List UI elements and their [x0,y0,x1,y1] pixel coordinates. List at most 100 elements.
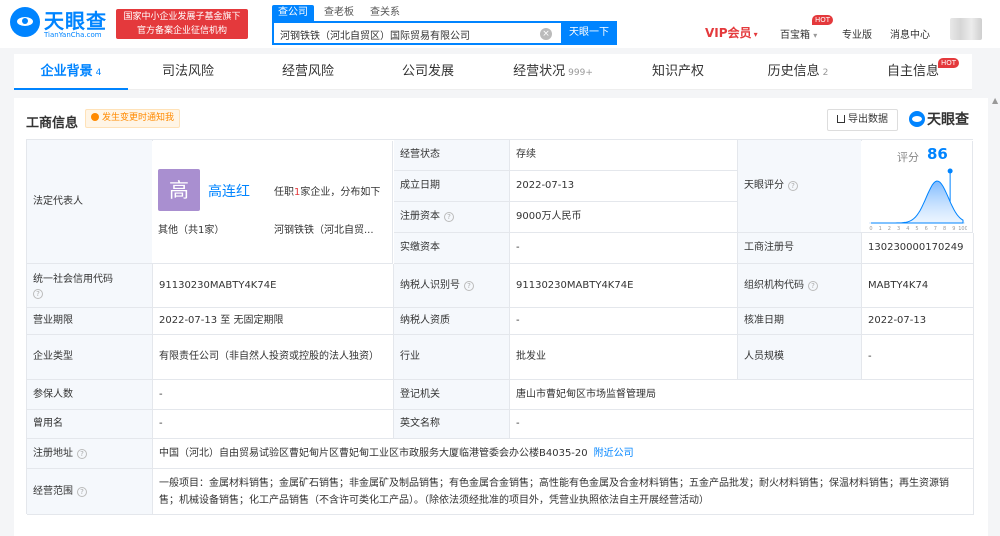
paid-capital-label: 实缴资本 [394,233,510,264]
logo-subtext: TianYanCha.com [44,31,102,39]
score-tick-label: 9 [952,226,955,231]
professional-link[interactable]: 专业版 [842,26,872,41]
scroll-up-icon[interactable]: ▲ [992,96,998,105]
tab-label: 经营风险 [281,64,334,79]
tab-label: 企业背景 [40,64,93,79]
status-label: 经营状态 [394,140,510,171]
credit-code-label: 统一社会信用代码? [27,264,153,308]
legal-rep-positions: 任职1家企业，分布如下 [274,187,381,198]
score-tick-label: 1 [879,226,882,231]
score-tick-label: 4 [906,226,909,231]
address-value: 中国（河北）自由贸易试验区曹妃甸片区曹妃甸工业区市政服务大厦临港管委会办公楼B4… [153,439,974,469]
tab-history[interactable]: 历史信息 2 [738,54,858,90]
tab-ip[interactable]: 知识产权 [618,54,738,90]
approve-date-label: 核准日期 [738,308,862,335]
site-logo[interactable]: 天眼查 TianYanCha.com [10,7,110,41]
taxpayer-qual-value: - [510,308,738,335]
message-center-link[interactable]: 消息中心 [890,26,930,41]
bell-icon [91,113,99,121]
search-type-tabs: 查公司 查老板 查关系 [272,5,410,21]
scope-label: 经营范围? [27,469,153,515]
tab-background[interactable]: 企业背景 4 [14,54,128,90]
tab-label: 经营状况 [513,64,566,79]
score-tick-label: 6 [925,226,928,231]
status-value: 存续 [510,140,738,171]
logo-text: 天眼查 [44,9,107,33]
hot-badge: HOT [812,15,834,25]
authority-value: 唐山市曹妃甸区市场监督管理局 [510,380,974,410]
score-tick-label: 100 [958,226,967,231]
scope-value: 一般项目：金属材料销售；金属矿石销售；非金属矿及制品销售；有色金属合金销售；高性… [153,469,974,515]
top-header: 天眼查 TianYanCha.com 国家中小企业发展子基金旗下 官方备案企业征… [0,0,1000,48]
authority-label: 登记机关 [394,380,510,410]
help-icon[interactable]: ? [33,288,43,299]
tab-count: 4 [95,68,102,78]
score-tick-label: 8 [943,226,946,231]
legal-rep-other: 其他（共1家） [158,225,225,236]
industry-label: 行业 [394,335,510,380]
tab-label: 自主信息 [886,64,939,79]
paid-capital-value: - [510,233,738,264]
company-type-label: 企业类型 [27,335,153,380]
legal-rep-card: 高 高连红 任职1家企业，分布如下 其他（共1家） 河钢铁铁（河北自贸... [152,141,393,264]
score-distribution-chart: 0 1 2 3 4 5 6 7 8 9 100 [869,168,967,231]
est-date-label: 成立日期 [394,171,510,202]
vip-member-link[interactable]: VIP会员 ▾ [705,24,758,41]
search-tab-boss[interactable]: 查老板 [318,5,360,21]
legal-rep-company[interactable]: 河钢铁铁（河北自贸... [274,221,374,236]
tab-count: 999+ [568,68,593,78]
staff-size-label: 人员规模 [738,335,862,380]
org-code-value: MABTY4K74 [862,264,974,308]
score-card[interactable]: 评分 86 0 1 2 3 4 5 6 7 8 9 100 [861,141,973,233]
export-data-button[interactable]: 导出数据 [827,109,898,131]
chevron-down-icon: ▾ [813,31,818,40]
slogan-line-2: 官方备案企业征信机构 [136,26,227,36]
staff-size-value: - [862,335,974,380]
section-title: 工商信息 [26,116,79,131]
search-button[interactable]: 天眼一下 [561,21,617,45]
export-icon [837,115,845,123]
search-tab-company[interactable]: 查公司 [272,5,314,21]
score-tick-label: 0 [869,226,872,231]
reg-no-value: 130230000170249 [862,233,974,264]
clear-icon[interactable]: × [540,28,552,40]
slogan-badge: 国家中小企业发展子基金旗下 官方备案企业征信机构 [116,9,248,39]
help-icon[interactable]: ? [444,212,454,222]
brand-text: 天眼查 [927,112,969,128]
export-label: 导出数据 [848,114,888,125]
search-input[interactable] [280,26,530,42]
help-icon[interactable]: ? [788,181,798,191]
notify-change-button[interactable]: 发生变更时通知我 [85,109,181,128]
help-icon[interactable]: ? [464,280,474,291]
address-label: 注册地址? [27,439,153,469]
tab-operation-status[interactable]: 经营状况 999+ [488,54,618,90]
hot-badge: HOT [938,58,960,68]
treasure-box-link[interactable]: 百宝箱 ▾ [780,26,817,41]
english-name-label: 英文名称 [394,410,510,439]
user-avatar[interactable] [950,18,982,40]
help-icon[interactable]: ? [808,280,818,291]
industry-value: 批发业 [510,335,738,380]
taxpayer-id-value: 91130230MABTY4K74E [510,264,738,308]
company-type-value: 有限责任公司（非自然人投资或控股的法人独资） [153,335,394,380]
taxpayer-qual-label: 纳税人资质 [394,308,510,335]
eye-logo-icon [10,7,40,37]
legal-rep-label: 法定代表人 [27,140,153,264]
former-name-value: - [153,410,394,439]
score-tick-label: 7 [934,226,937,231]
tab-operation-risk[interactable]: 经营风险 [248,54,368,90]
help-icon[interactable]: ? [77,448,87,459]
help-icon[interactable]: ? [77,486,87,497]
taxpayer-id-label: 纳税人识别号? [394,264,510,308]
legal-rep-name[interactable]: 高连红 [208,181,250,201]
score-value: 86 [927,145,948,163]
legal-rep-avatar: 高 [158,169,200,211]
search-tab-relation[interactable]: 查关系 [364,5,406,21]
tab-legal-risk[interactable]: 司法风险 [128,54,248,90]
tab-development[interactable]: 公司发展 [368,54,488,90]
term-label: 营业期限 [27,308,153,335]
org-code-label: 组织机构代码? [738,264,862,308]
chevron-down-icon: ▾ [753,30,758,39]
nearby-companies-link[interactable]: 附近公司 [594,447,634,461]
reg-capital-label: 注册资本? [394,202,510,233]
